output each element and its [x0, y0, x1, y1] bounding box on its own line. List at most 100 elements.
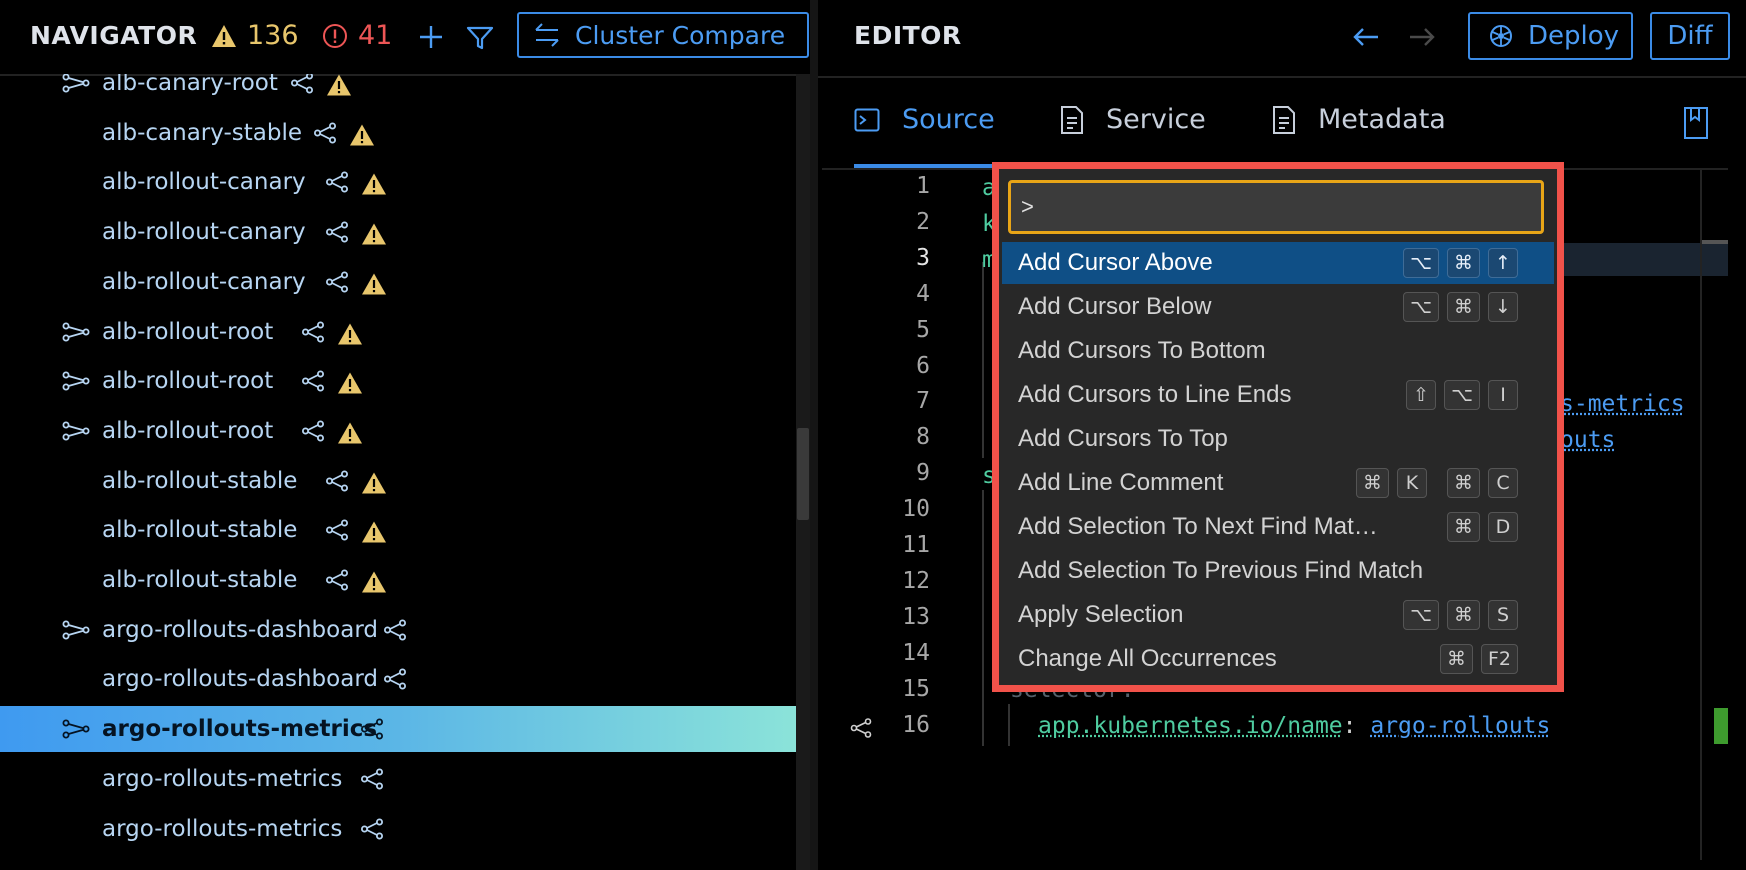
tab-metadata[interactable]: Metadata — [1272, 104, 1446, 135]
share-nodes-icon — [326, 470, 348, 492]
references-button[interactable] — [301, 321, 325, 347]
share-nodes-icon — [326, 569, 348, 591]
command-item[interactable]: Add Cursor Below ⌥ ⌘ ↓ — [1002, 286, 1554, 328]
command-item[interactable]: Add Line Comment ⌘ K ⌘ C — [1002, 462, 1554, 504]
deploy-button[interactable]: Deploy — [1468, 12, 1633, 60]
references-button[interactable] — [313, 122, 337, 148]
error-count-badge[interactable]: 41 — [322, 20, 392, 51]
command-palette-input[interactable]: > — [1008, 180, 1544, 234]
references-button[interactable] — [360, 818, 384, 844]
command-item[interactable]: Add Cursors To Top — [1002, 418, 1554, 460]
tab-source[interactable]: Source — [854, 104, 995, 135]
navigator-item[interactable]: alb-canary-root — [0, 74, 796, 106]
navigator-scroll-thumb[interactable] — [797, 428, 809, 520]
command-item[interactable]: Add Cursors To Bottom — [1002, 330, 1554, 372]
references-button[interactable] — [325, 171, 349, 197]
command-item[interactable]: Add Selection To Next Find Mat… ⌘ D — [1002, 506, 1554, 548]
warning-triangle-icon — [362, 472, 386, 494]
command-item[interactable]: Add Cursors to Line Ends ⇧ ⌥ I — [1002, 374, 1554, 416]
tab-service[interactable]: Service — [1060, 104, 1206, 135]
overview-ruler-slider[interactable] — [1702, 240, 1728, 244]
command-item[interactable]: Apply Selection ⌥ ⌘ S — [1002, 594, 1554, 636]
warning-triangle-icon — [327, 74, 351, 96]
back-button[interactable] — [1349, 20, 1383, 54]
navigator-item-name: argo-rollouts-dashboard — [102, 666, 378, 693]
navigator-item[interactable]: argo-rollouts-dashboard — [0, 607, 796, 653]
code-line-8-value[interactable]: outs — [1560, 427, 1615, 453]
references-button[interactable] — [325, 271, 349, 297]
share-nodes-icon — [384, 668, 406, 690]
filter-button[interactable] — [463, 20, 497, 54]
navigator-item[interactable]: alb-rollout-stable — [0, 458, 796, 504]
navigator-item-name: alb-rollout-stable — [102, 467, 298, 494]
references-button[interactable] — [301, 370, 325, 396]
references-button[interactable] — [383, 619, 407, 645]
navigator-item-indicators — [360, 818, 384, 844]
pane-splitter[interactable] — [810, 0, 818, 870]
navigator-item[interactable]: argo-rollouts-metrics — [0, 756, 796, 802]
navigator-item-name: argo-rollouts-dashboard — [102, 616, 378, 643]
document-icon — [1061, 105, 1083, 134]
forward-button[interactable] — [1405, 20, 1439, 54]
code-line-16-sep: : — [1342, 713, 1357, 739]
navigator-item[interactable]: alb-rollout-stable — [0, 557, 796, 603]
navigator-item[interactable]: alb-rollout-canary — [0, 259, 796, 305]
navigator-item[interactable]: alb-canary-stable — [0, 110, 796, 156]
expand-toggle[interactable] — [62, 419, 90, 443]
indent-guide — [982, 490, 984, 746]
navigator-item[interactable]: argo-rollouts-metrics — [0, 706, 796, 753]
code-line-16[interactable]: app.kubernetes.io/name: argo-rollouts — [1038, 713, 1550, 739]
expand-toggle[interactable] — [62, 74, 90, 95]
code-line-7-value[interactable]: s-metrics — [1560, 391, 1685, 417]
indent-guide — [982, 262, 984, 458]
shortcut-key: ⌥ — [1403, 600, 1439, 630]
expand-toggle[interactable] — [62, 369, 90, 393]
cluster-compare-button[interactable]: Cluster Compare — [517, 12, 809, 58]
command-item[interactable]: Add Cursor Above ⌥ ⌘ ↑ — [1002, 242, 1554, 284]
add-resource-button[interactable] — [414, 20, 448, 54]
references-button[interactable] — [360, 718, 384, 744]
navigator-item[interactable]: alb-rollout-root — [0, 358, 796, 404]
expand-toggle[interactable] — [62, 320, 90, 344]
shortcut-key: F2 — [1480, 644, 1518, 674]
line-number: 13 — [902, 603, 930, 630]
references-button[interactable] — [325, 221, 349, 247]
filter-icon — [466, 26, 494, 50]
command-item[interactable]: Add Selection To Previous Find Match — [1002, 550, 1554, 592]
navigator-item[interactable]: alb-rollout-root — [0, 309, 796, 355]
references-button[interactable] — [290, 74, 314, 98]
navigator-item[interactable]: argo-rollouts-metrics — [0, 806, 796, 852]
git-added-marker — [1714, 708, 1728, 744]
navigator-item-name: alb-rollout-stable — [102, 567, 298, 593]
navigator-item[interactable]: alb-rollout-stable — [0, 507, 796, 553]
shortcut-key: ⌘ — [1447, 468, 1480, 498]
navigator-item-indicators — [290, 74, 352, 98]
references-button[interactable] — [360, 768, 384, 794]
navigator-item[interactable]: alb-rollout-root — [0, 408, 796, 454]
navigator-item-indicators — [325, 470, 387, 496]
command-item[interactable]: Change All Occurrences ⌘ F2 — [1002, 638, 1554, 680]
diff-button[interactable]: Diff — [1650, 12, 1730, 60]
navigator-item[interactable]: alb-rollout-canary — [0, 209, 796, 255]
navigator-item[interactable]: alb-rollout-canary — [0, 159, 796, 205]
expand-toggle[interactable] — [62, 717, 90, 741]
references-button[interactable] — [325, 519, 349, 545]
references-button[interactable] — [325, 470, 349, 496]
shortcut-key: ⌘ — [1447, 292, 1480, 322]
shortcut-key: ⌘ — [1356, 468, 1389, 498]
keyboard-shortcut: ⌥ ⌘ ↓ — [1403, 292, 1518, 322]
warning-triangle-icon — [338, 372, 362, 394]
navigator-resource-list: alb-canary-root alb-canary-stable alb-roll… — [0, 74, 796, 870]
expand-toggle[interactable] — [62, 618, 90, 642]
line-number: 16 — [902, 711, 930, 738]
references-button[interactable] — [301, 420, 325, 446]
navigator-item[interactable]: argo-rollouts-dashboard — [0, 656, 796, 702]
share-nodes-icon[interactable] — [850, 718, 872, 738]
bookmark-button[interactable] — [1682, 106, 1710, 140]
references-button[interactable] — [383, 668, 407, 694]
references-button[interactable] — [325, 569, 349, 595]
command-label: Add Cursors To Bottom — [1018, 337, 1266, 364]
document-icon — [1273, 105, 1295, 134]
warning-count-badge[interactable]: 136 — [211, 20, 299, 51]
navigator-item-indicators — [301, 321, 363, 347]
